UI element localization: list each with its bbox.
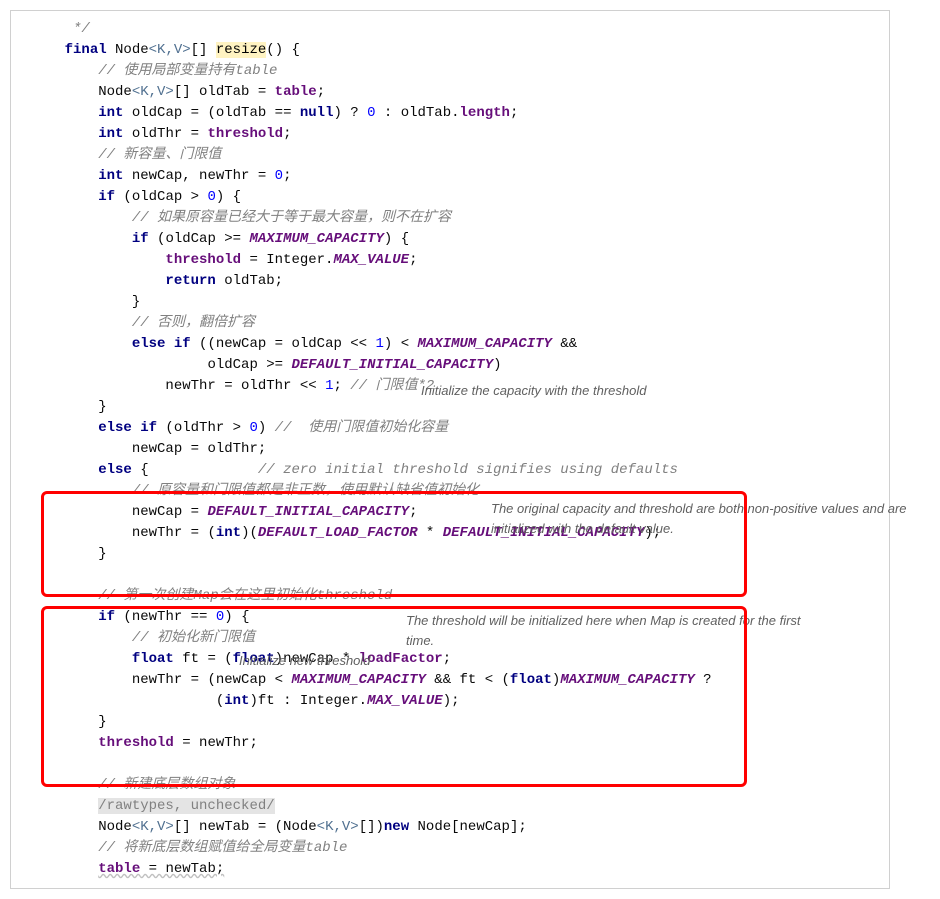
annotation-init-capacity: Initialize the capacity with the thresho… [421, 381, 851, 401]
annotation-new-threshold: Initialize new threshold [239, 651, 539, 671]
kw-final: final [65, 42, 107, 58]
code-pre: */ final Node<K,V>[] resize() { // 使用局部变… [31, 19, 873, 880]
code-block: */ final Node<K,V>[] resize() { // 使用局部变… [10, 10, 890, 889]
method-name: resize [216, 42, 266, 58]
code-line: */ [73, 21, 90, 37]
annotation-defaults: The original capacity and threshold are … [491, 499, 911, 538]
annotation-first-map: The threshold will be initialized here w… [406, 611, 826, 650]
